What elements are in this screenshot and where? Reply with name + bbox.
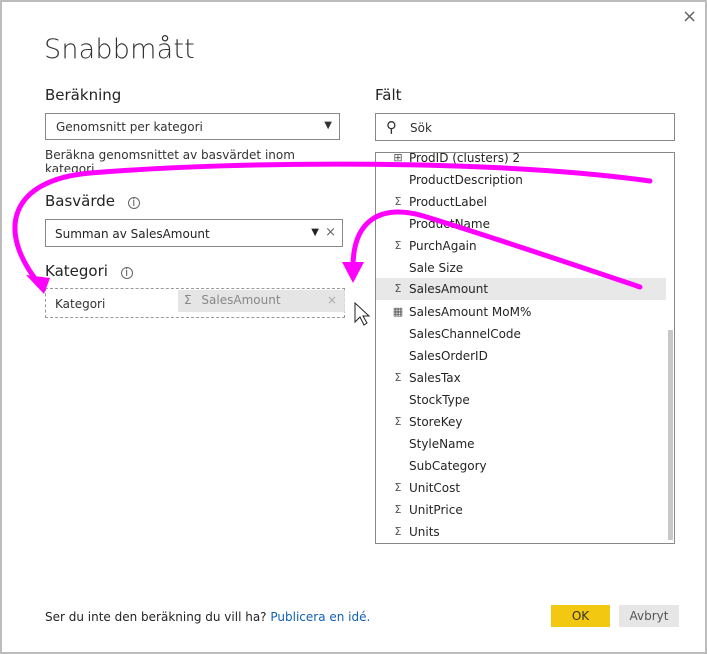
base-value-field[interactable]: Summan av SalesAmount ▼ × bbox=[45, 219, 343, 247]
sigma-icon: Σ bbox=[394, 415, 402, 428]
hierarchy-icon: ⊞ bbox=[393, 152, 403, 164]
field-item[interactable]: ProductDescription bbox=[376, 169, 666, 191]
field-item[interactable]: Σ SalesTax bbox=[376, 367, 666, 389]
fields-scrollbar[interactable] bbox=[668, 330, 673, 540]
field-item[interactable]: StockType bbox=[376, 389, 666, 411]
remove-icon: × bbox=[326, 293, 337, 307]
field-item-selected[interactable]: Σ SalesAmount bbox=[376, 278, 666, 300]
field-item[interactable]: SubCategory bbox=[376, 455, 666, 477]
field-item[interactable]: ⊞ ProdID (clusters) 2 bbox=[376, 152, 666, 169]
cancel-button[interactable]: Avbryt bbox=[619, 605, 679, 627]
field-item[interactable]: Σ Units bbox=[376, 521, 666, 543]
field-item[interactable]: SalesOrderID bbox=[376, 345, 666, 367]
remove-icon[interactable]: × bbox=[325, 225, 336, 240]
sigma-icon: Σ bbox=[394, 525, 402, 538]
sigma-icon: Σ bbox=[394, 481, 402, 494]
base-value-label: Basvärde bbox=[45, 192, 116, 210]
calculation-description: Beräkna genomsnittet av basvärdet inom k… bbox=[45, 148, 295, 172]
dialog-title: Snabbmått bbox=[44, 34, 195, 65]
base-value-label-row: Basvärde i bbox=[45, 192, 140, 210]
fields-list[interactable]: ⊞ ProdID (clusters) 2 ProductDescription… bbox=[375, 152, 675, 544]
search-placeholder: Sök bbox=[410, 121, 432, 135]
drag-ghost-item: Σ SalesAmount × bbox=[178, 290, 345, 312]
calculation-dropdown[interactable]: Genomsnitt per kategori ▼ bbox=[45, 113, 340, 140]
category-placeholder: Kategori bbox=[55, 297, 106, 311]
publish-idea-link[interactable]: Publicera en idé. bbox=[270, 610, 370, 624]
caret-down-icon: ▼ bbox=[324, 120, 332, 131]
sigma-icon: Σ bbox=[184, 293, 192, 307]
caret-down-icon[interactable]: ▼ bbox=[311, 227, 319, 238]
field-item[interactable]: Σ PurchAgain bbox=[376, 235, 666, 257]
sigma-icon: Σ bbox=[394, 195, 402, 208]
category-label-row: Kategori i bbox=[45, 262, 133, 280]
calculator-icon: ▦ bbox=[392, 305, 404, 318]
footer-prompt: Ser du inte den beräkning du vill ha? Pu… bbox=[45, 610, 371, 624]
category-label: Kategori bbox=[45, 262, 108, 280]
field-item[interactable]: Σ UnitPrice bbox=[376, 499, 666, 521]
sigma-icon: Σ bbox=[394, 282, 402, 295]
field-item[interactable]: ▦ SalesAmount MoM% bbox=[376, 301, 666, 323]
field-item[interactable]: SalesChannelCode bbox=[376, 323, 666, 345]
field-item[interactable]: Σ ProductLabel bbox=[376, 191, 666, 213]
drag-ghost-label: SalesAmount bbox=[201, 293, 281, 307]
sigma-icon: Σ bbox=[394, 239, 402, 252]
sigma-icon: Σ bbox=[394, 503, 402, 516]
field-item[interactable]: Σ UnitCost bbox=[376, 477, 666, 499]
info-icon[interactable]: i bbox=[120, 267, 133, 279]
close-icon[interactable]: × bbox=[682, 6, 697, 27]
calculation-selected: Genomsnitt per kategori bbox=[56, 120, 203, 134]
search-icon: ⚲ bbox=[386, 118, 397, 136]
fields-label: Fält bbox=[375, 86, 402, 104]
sigma-icon: Σ bbox=[394, 371, 402, 384]
ok-button[interactable]: OK bbox=[551, 605, 610, 627]
search-input[interactable]: ⚲ Sök bbox=[375, 113, 675, 141]
field-item[interactable]: ProductName bbox=[376, 213, 666, 235]
calculation-label: Beräkning bbox=[45, 86, 122, 104]
field-item[interactable]: StyleName bbox=[376, 433, 666, 455]
info-icon[interactable]: i bbox=[127, 197, 140, 209]
field-item[interactable]: Σ StoreKey bbox=[376, 411, 666, 433]
field-item[interactable]: Sale Size bbox=[376, 257, 666, 279]
base-value-text: Summan av SalesAmount bbox=[55, 227, 210, 241]
